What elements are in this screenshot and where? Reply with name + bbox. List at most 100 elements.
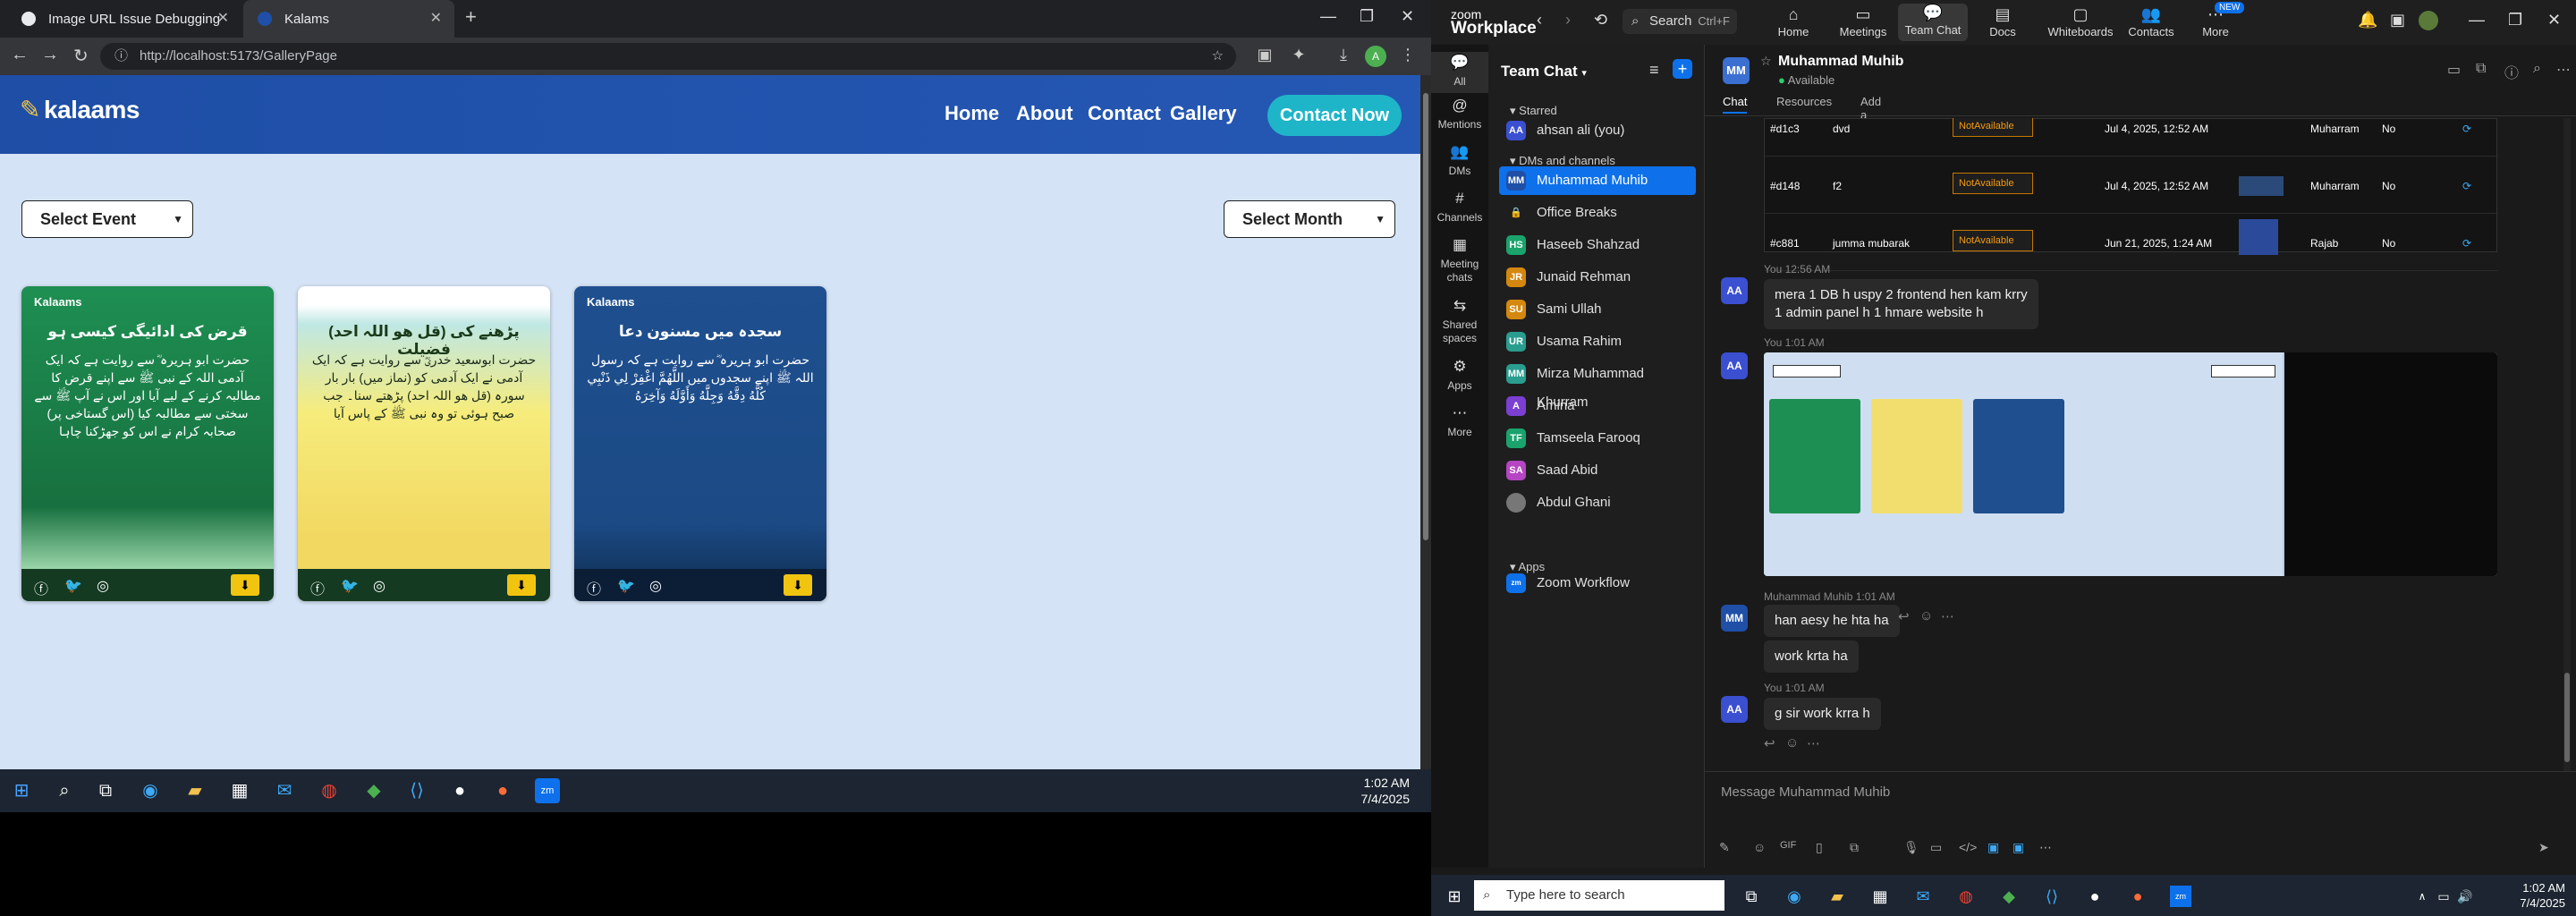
edge-icon[interactable]: ◉ — [1784, 886, 1805, 907]
extension-icon[interactable]: ▣ — [1254, 46, 1275, 67]
postman-icon[interactable]: ● — [490, 778, 515, 803]
reload-icon[interactable]: ↻ — [73, 45, 89, 67]
forward-icon[interactable]: › — [1565, 11, 1571, 30]
scrollbar-thumb[interactable] — [1423, 93, 1428, 540]
list-item[interactable]: UR Usama Rahim — [1499, 327, 1696, 356]
side-all[interactable]: 💬 All — [1431, 52, 1488, 93]
app-icon[interactable]: ◆ — [1998, 886, 2020, 907]
file-icon[interactable]: ▯ — [1816, 840, 1823, 855]
side-shared-spaces[interactable]: ⇆ Shared spaces — [1431, 298, 1488, 345]
instagram-icon[interactable]: ◎ — [373, 577, 386, 595]
instagram-icon[interactable]: ◎ — [649, 577, 662, 595]
back-icon[interactable]: ‹ — [1537, 11, 1542, 30]
search-icon[interactable]: ⌕ — [2533, 61, 2541, 77]
zoom-icon[interactable]: zm — [2170, 886, 2191, 907]
reply-icon[interactable]: ↩ — [1764, 735, 1775, 751]
taskbar-search[interactable]: ⌕ Type here to search — [1474, 880, 1724, 911]
facebook-icon[interactable]: ⓕ — [34, 577, 48, 598]
format-icon[interactable]: ✎ — [1719, 840, 1730, 855]
team-chat-heading[interactable]: Team Chat ▾ — [1501, 63, 1587, 81]
code-icon[interactable]: </> — [1959, 840, 1977, 854]
more-icon[interactable]: ⋯ — [1807, 735, 1820, 751]
forward-icon[interactable]: → — [41, 45, 59, 65]
nav-about[interactable]: About — [1016, 102, 1073, 125]
close-window-icon[interactable]: ✕ — [2547, 11, 2561, 30]
zoom-search[interactable]: ⌕ Search Ctrl+F — [1623, 9, 1737, 34]
close-tab-icon[interactable]: ✕ — [217, 9, 229, 27]
profile-avatar-icon[interactable]: A — [1365, 46, 1386, 67]
store-icon[interactable]: ▦ — [227, 778, 252, 803]
task-view-icon[interactable]: ⧉ — [1741, 886, 1762, 907]
list-item[interactable]: zm Zoom Workflow — [1499, 569, 1696, 598]
tab-resources[interactable]: Resources — [1776, 95, 1832, 108]
nav-docs[interactable]: ▤ Docs — [1968, 5, 2038, 38]
gif-icon[interactable]: GIF — [1780, 840, 1796, 851]
audio-icon[interactable]: 🎙 — [1903, 840, 1919, 855]
contact-now-button[interactable]: Contact Now — [1267, 95, 1402, 136]
list-item[interactable]: TF Tamseela Farooq — [1499, 424, 1696, 453]
tab-kalams[interactable]: Kalams ✕ — [243, 0, 454, 38]
kebab-menu-icon[interactable]: ⋮ — [1397, 46, 1419, 67]
gallery-card[interactable]: Kalaams سجدہ میں مسنون دعا حضرت ابو ہریر… — [574, 286, 826, 601]
nav-home[interactable]: Home — [945, 102, 999, 125]
file-explorer-icon[interactable]: ▰ — [1826, 886, 1848, 907]
chrome-icon[interactable]: ◍ — [1955, 886, 1977, 907]
nav-contacts[interactable]: 👥 Contacts — [2116, 5, 2186, 38]
list-item[interactable]: MM Mirza Muhammad Khurram — [1499, 360, 1696, 410]
download-icon[interactable]: ⤓ — [1333, 46, 1354, 67]
postman-icon[interactable]: ● — [2127, 886, 2148, 907]
twitter-icon[interactable]: 🐦 — [341, 577, 359, 595]
chat-name[interactable]: Muhammad Muhib — [1778, 54, 1903, 70]
select-event-dropdown[interactable]: Select Event ▼ — [21, 200, 193, 238]
windows-start-icon[interactable]: ⊞ — [9, 778, 34, 803]
app-icon[interactable]: ▣ — [2012, 840, 2024, 855]
nav-gallery[interactable]: Gallery — [1170, 102, 1237, 125]
filter-icon[interactable]: ≡ — [1649, 61, 1659, 80]
back-icon[interactable]: ← — [11, 45, 29, 65]
mail-icon[interactable]: ✉ — [1912, 886, 1934, 907]
list-item[interactable]: SA Saad Abid — [1499, 456, 1696, 485]
instagram-icon[interactable]: ◎ — [97, 577, 109, 595]
shared-table-image[interactable]: #d1c3 dvd NotAvailable Jul 4, 2025, 12:5… — [1764, 118, 2498, 271]
tray-chevron-icon[interactable]: ∧ — [2411, 886, 2433, 907]
list-item[interactable]: Abdul Ghani — [1499, 488, 1696, 517]
history-icon[interactable]: ⟲ — [1594, 11, 1607, 30]
message-bubble[interactable]: han aesy he hta ha — [1764, 605, 1900, 637]
page-scrollbar[interactable] — [1420, 75, 1431, 769]
nav-meetings[interactable]: ▭ Meetings — [1828, 5, 1898, 38]
side-more[interactable]: ⋯ More — [1431, 405, 1488, 439]
list-item[interactable]: MM Muhammad Muhib — [1499, 166, 1696, 195]
list-item[interactable]: JR Junaid Rehman — [1499, 263, 1696, 292]
facebook-icon[interactable]: ⓕ — [310, 577, 325, 598]
task-view-icon[interactable]: ⧉ — [93, 778, 118, 803]
twitter-icon[interactable]: 🐦 — [64, 577, 82, 595]
apps-icon[interactable]: ▣ — [2390, 11, 2405, 30]
emoji-icon[interactable]: ☺ — [1753, 840, 1766, 854]
more-icon[interactable]: ⋯ — [2039, 840, 2052, 855]
twitter-icon[interactable]: 🐦 — [617, 577, 635, 595]
message-list[interactable]: #d1c3 dvd NotAvailable Jul 4, 2025, 12:5… — [1705, 118, 2560, 771]
shared-screenshot-image[interactable] — [1764, 352, 2497, 576]
bookmark-star-icon[interactable]: ☆ — [1212, 43, 1224, 70]
message-bubble[interactable]: work krta ha — [1764, 640, 1859, 673]
list-item[interactable]: SU Sami Ullah — [1499, 295, 1696, 324]
list-item[interactable]: AA ahsan ali (you) — [1499, 116, 1696, 145]
screenshot-icon[interactable]: ⧉ — [1850, 840, 1859, 855]
github-icon[interactable]: ● — [2084, 886, 2106, 907]
nav-home[interactable]: ⌂ Home — [1758, 5, 1828, 38]
tab-image-url[interactable]: Image URL Issue Debugging ✕ — [7, 0, 242, 38]
send-icon[interactable]: ➤ — [2538, 840, 2549, 855]
taskbar-clock[interactable]: 1:02 AM 7/4/2025 — [2520, 880, 2565, 911]
download-button[interactable]: ⬇ — [231, 574, 259, 596]
close-tab-icon[interactable]: ✕ — [430, 9, 442, 27]
reply-icon[interactable]: ↩ — [1898, 608, 1910, 624]
select-month-dropdown[interactable]: Select Month ▼ — [1224, 200, 1395, 238]
message-bubble[interactable]: g sir work krra h — [1764, 698, 1881, 730]
mail-icon[interactable]: ✉ — [272, 778, 297, 803]
scrollbar-thumb[interactable] — [2564, 673, 2570, 762]
nav-whiteboards[interactable]: ▢ Whiteboards — [2038, 5, 2123, 38]
chrome-icon[interactable]: ◍ — [317, 778, 342, 803]
video-icon[interactable]: ▭ — [2447, 61, 2461, 79]
maximize-icon[interactable]: ❐ — [2508, 11, 2522, 30]
file-explorer-icon[interactable]: ▰ — [182, 778, 208, 803]
